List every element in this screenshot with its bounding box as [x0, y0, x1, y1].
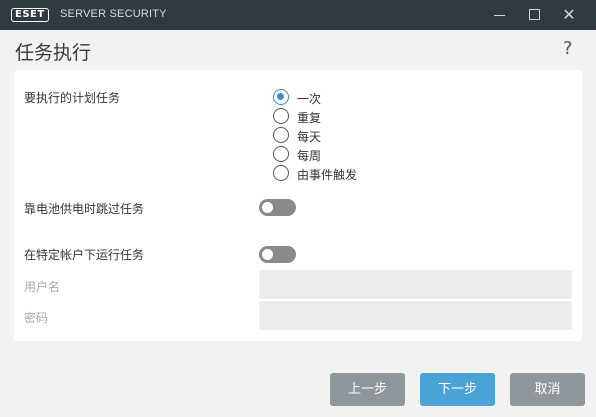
run-as-toggle[interactable]	[259, 246, 296, 263]
radio-button[interactable]	[273, 108, 289, 124]
product-name: SERVER SECURITY	[60, 8, 167, 20]
username-field[interactable]	[259, 270, 572, 299]
radio-label: 每周	[297, 149, 322, 163]
battery-label: 靠电池供电时跳过任务	[24, 202, 145, 216]
radio-button[interactable]	[273, 165, 289, 181]
page-title: 任务执行	[15, 42, 92, 64]
minimize-button[interactable]	[482, 0, 516, 30]
run-as-label: 在特定帐户下运行任务	[24, 248, 145, 262]
next-button[interactable]: 下一步	[420, 373, 495, 406]
minimize-icon	[494, 15, 505, 16]
password-label: 密码	[24, 311, 49, 325]
settings-panel: 要执行的计划任务 一次 重复 每天 每周 由事件触发 靠电池供电时跳过任务 在特…	[14, 70, 582, 341]
battery-toggle[interactable]	[259, 199, 296, 216]
radio-label: 重复	[297, 111, 322, 125]
maximize-button[interactable]	[517, 0, 551, 30]
cancel-button[interactable]: 取消	[510, 373, 585, 406]
close-icon: ✕	[562, 5, 576, 24]
back-button[interactable]: 上一步	[330, 373, 405, 406]
radio-button-checked[interactable]	[273, 89, 289, 105]
maximize-icon	[529, 9, 540, 20]
help-icon[interactable]: ?	[563, 38, 573, 59]
logo-text: ESET	[15, 9, 45, 20]
username-label: 用户名	[24, 280, 61, 294]
eset-logo: ESET	[11, 8, 49, 22]
radio-label: 每天	[297, 130, 322, 144]
radio-label: 一次	[297, 92, 322, 106]
password-field[interactable]	[259, 301, 572, 330]
title-bar: ESET SERVER SECURITY ✕	[0, 0, 596, 30]
schedule-label: 要执行的计划任务	[24, 91, 121, 105]
close-button[interactable]: ✕	[552, 0, 586, 30]
radio-button[interactable]	[273, 127, 289, 143]
radio-button[interactable]	[273, 146, 289, 162]
radio-label: 由事件触发	[297, 168, 358, 182]
